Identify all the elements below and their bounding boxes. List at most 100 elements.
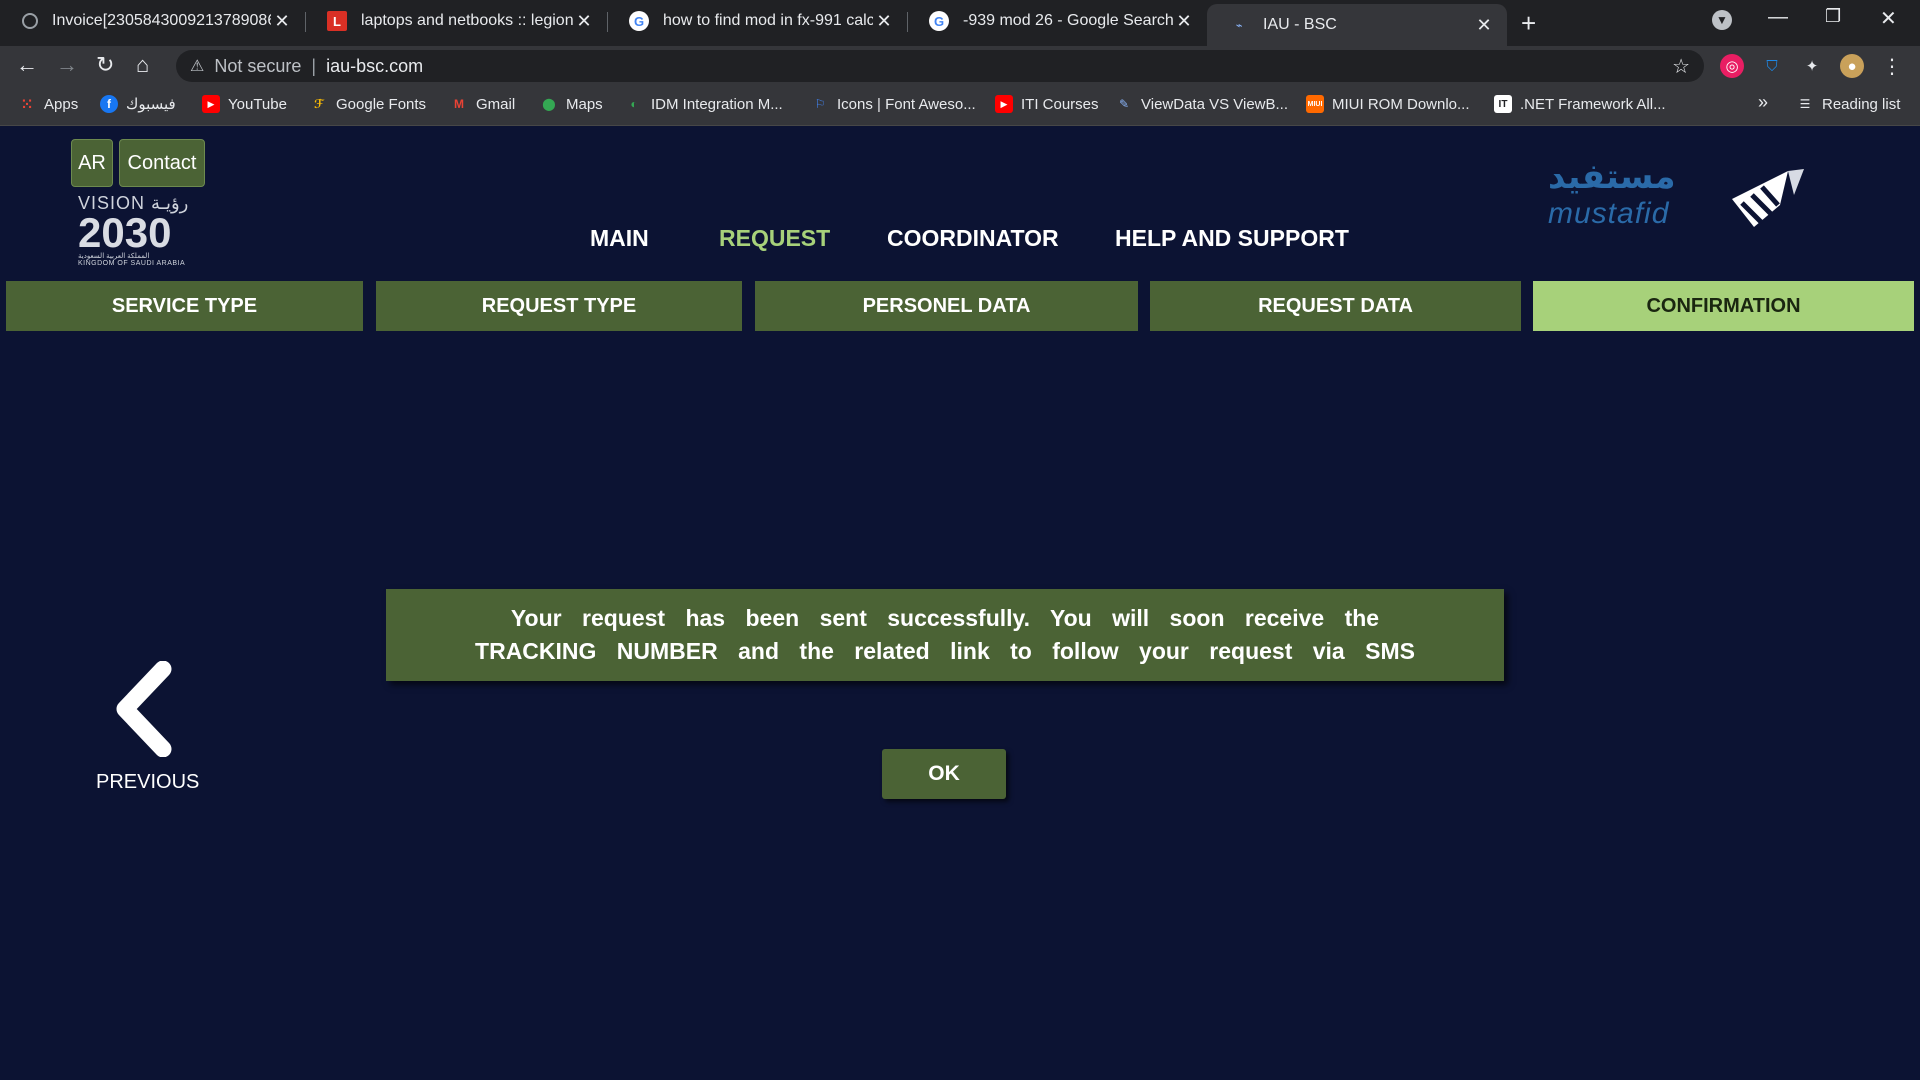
new-tab-button[interactable]: + — [1521, 8, 1536, 39]
address-divider: | — [311, 55, 317, 76]
bookmark-net-framework[interactable]: IT .NET Framework All... — [1494, 95, 1666, 113]
puzzle-icon[interactable]: ✦ — [1800, 54, 1824, 78]
tab-search-icon[interactable]: ▼ — [1712, 10, 1732, 30]
reading-list-label: Reading list — [1822, 95, 1901, 113]
bookmark-google-fonts[interactable]: ℱ Google Fonts — [310, 95, 426, 113]
security-label: Not secure — [214, 55, 302, 76]
globe-icon — [22, 13, 38, 29]
chevron-left-icon — [116, 661, 172, 757]
step-service-type[interactable]: SERVICE TYPE — [6, 281, 363, 331]
bookmark-label: Gmail — [476, 95, 516, 113]
nav-help-and-support[interactable]: HELP AND SUPPORT — [1115, 225, 1349, 252]
browser-tabstrip: Invoice[230584300921378908​6].j ✕ L lapt… — [0, 0, 1920, 46]
page: AR Contact VISION رؤيـة 2030 المملكة الع… — [0, 127, 1920, 1080]
tab-title: how to find mod in fx-991 calcul — [663, 12, 873, 29]
bookmark-viewdata[interactable]: ✎ ViewData VS ViewB... — [1115, 95, 1288, 113]
step-request-type[interactable]: REQUEST TYPE — [376, 281, 742, 331]
vision-logo-year: 2030 — [78, 209, 172, 256]
bookmark-label: YouTube — [228, 95, 287, 113]
close-icon[interactable]: ✕ — [1473, 15, 1495, 36]
contact-button[interactable]: Contact — [119, 139, 205, 187]
bookmark-label: Google Fonts — [336, 95, 427, 113]
forward-icon[interactable]: → — [56, 52, 78, 78]
success-message-line-1: Your request has been sent successfully.… — [510, 605, 1380, 631]
bookmark-iti-courses[interactable]: ▶ ITI Courses — [995, 95, 1099, 113]
bookmark-star-icon[interactable]: ☆ — [1672, 54, 1690, 79]
tab-title: -939 mod 26 - Google Search — [963, 12, 1173, 29]
bookmark-maps[interactable]: ⬤ Maps — [540, 95, 602, 113]
vision-2030-logo: VISION رؤيـة 2030 المملكة العربية السعود… — [78, 193, 208, 267]
address-bar[interactable]: ⚠ Not secure | iau-bsc.com ☆ — [176, 50, 1704, 82]
avatar[interactable]: ● — [1840, 54, 1864, 78]
extension-icon[interactable]: ◎ — [1720, 54, 1744, 78]
tab-title: laptops and netbooks :: legion se — [361, 12, 573, 29]
browser-tab[interactable]: G how to find mod in fx-991 calcul ✕ — [607, 0, 907, 42]
bookmark-font-awesome[interactable]: ⚐ Icons | Font Aweso... — [811, 95, 976, 113]
mustafid-logo-ar: مستفيد — [1548, 158, 1676, 196]
bookmark-idm[interactable]: ◐ IDM Integration M... — [625, 95, 783, 113]
tab-title: IAU - BSC — [1263, 16, 1337, 33]
bookmark-label: ViewData VS ViewB... — [1141, 95, 1289, 113]
idm-icon: ◐ — [630, 97, 638, 111]
reload-icon[interactable]: ↻ — [96, 52, 114, 78]
bookmark-label: Apps — [44, 95, 79, 113]
bookmarks-overflow-button[interactable]: » — [1758, 92, 1768, 113]
close-icon[interactable]: ✕ — [573, 11, 595, 32]
browser-tab[interactable]: Invoice[230584300921378908​6].j ✕ — [0, 0, 305, 42]
home-icon[interactable]: ⌂ — [136, 52, 149, 78]
success-message: Your request has been sent successfully.… — [386, 589, 1504, 681]
restore-icon[interactable]: ❐ — [1825, 6, 1841, 27]
menu-icon[interactable]: ⋮ — [1880, 54, 1904, 78]
nav-main[interactable]: MAIN — [590, 225, 649, 252]
language-button[interactable]: AR — [71, 139, 113, 187]
tab-title: Invoice[230584300921378908​6].j — [52, 12, 271, 29]
success-message-line-2: TRACKING NUMBER and the related link to … — [475, 638, 1415, 664]
previous-label: PREVIOUS — [96, 771, 200, 793]
shield-extension-icon[interactable]: ⛉ — [1760, 54, 1784, 78]
bookmark-youtube[interactable]: ▶ YouTube — [202, 95, 287, 113]
iau-logo-icon — [1732, 169, 1804, 227]
bookmark-gmail[interactable]: M Gmail — [450, 95, 515, 113]
bookmarks-bar: ⁙ Apps f فيسبوك ▶ YouTube ℱ Google Fonts… — [0, 84, 1920, 126]
browser-toolbar: ← → ↻ ⌂ ⚠ Not secure | iau-bsc.com ☆ ◎ ⛉… — [0, 46, 1920, 84]
bookmark-facebook[interactable]: f فيسبوك — [100, 95, 176, 113]
browser-tab[interactable]: G -939 mod 26 - Google Search ✕ — [907, 0, 1207, 42]
maps-icon: ⬤ — [542, 97, 556, 111]
facebook-icon: f — [100, 95, 118, 113]
ok-button[interactable]: OK — [882, 749, 1006, 799]
bookmark-apps[interactable]: ⁙ Apps — [18, 95, 78, 113]
reading-list-icon: ☰ — [1799, 97, 1811, 111]
browser-tab[interactable]: L laptops and netbooks :: legion se ✕ — [305, 0, 607, 42]
it-icon: IT — [1494, 95, 1512, 113]
close-icon[interactable]: ✕ — [1173, 11, 1195, 32]
bookmark-label: Icons | Font Aweso... — [837, 95, 976, 113]
back-icon[interactable]: ← — [16, 52, 38, 78]
youtube-icon: ▶ — [995, 95, 1013, 113]
flag-icon: ⚐ — [814, 97, 826, 111]
url-text: iau-bsc.com — [326, 55, 424, 76]
mustafid-logo-en: mustafid — [1548, 197, 1670, 230]
youtube-icon: ▶ — [202, 95, 220, 113]
minimize-icon[interactable]: — — [1768, 6, 1788, 29]
browser-tab-active[interactable]: ⌁ IAU - BSC ✕ — [1207, 4, 1507, 46]
bookmark-label: IDM Integration M... — [651, 95, 783, 113]
bookmark-miui[interactable]: MIUI MIUI ROM Downlo... — [1306, 95, 1470, 113]
gmail-icon: M — [454, 97, 464, 111]
vision-logo-sub-ar: المملكة العربية السعودية — [78, 253, 150, 260]
previous-button[interactable]: PREVIOUS — [96, 661, 200, 801]
step-request-data[interactable]: REQUEST DATA — [1150, 281, 1521, 331]
close-icon[interactable]: ✕ — [271, 11, 293, 32]
google-icon: G — [929, 11, 949, 31]
step-personel-data[interactable]: PERSONEL DATA — [755, 281, 1138, 331]
bookmark-label: فيسبوك — [126, 96, 176, 113]
warning-icon: ⚠ — [190, 58, 205, 75]
nav-request[interactable]: REQUEST — [719, 225, 830, 252]
step-confirmation[interactable]: CONFIRMATION — [1533, 281, 1914, 331]
page-icon: ⌁ — [1235, 19, 1243, 32]
reading-list-button[interactable]: ☰ Reading list — [1796, 95, 1901, 113]
nav-coordinator[interactable]: COORDINATOR — [887, 225, 1059, 252]
google-fonts-icon: ℱ — [314, 97, 324, 111]
l-logo-icon: L — [327, 11, 347, 31]
close-window-icon[interactable]: ✕ — [1880, 6, 1897, 31]
close-icon[interactable]: ✕ — [873, 11, 895, 32]
